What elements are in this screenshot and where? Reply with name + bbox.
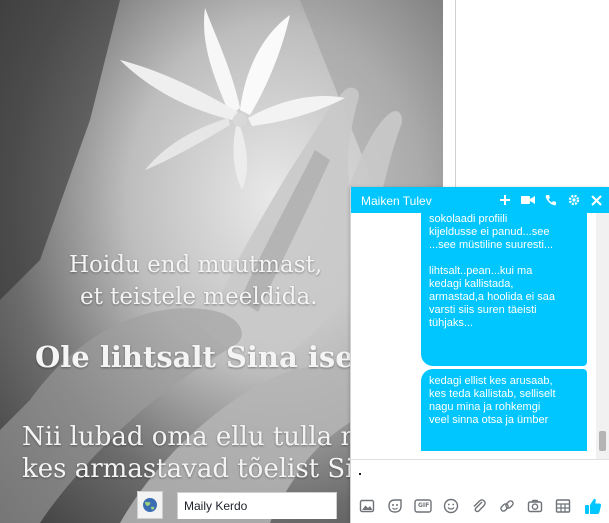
thumbs-up-icon[interactable] — [584, 497, 602, 515]
quote-line-4: Nii lubad oma ellu tulla ne — [22, 422, 373, 452]
chat-tab-friend[interactable]: Maily Kerdo — [177, 492, 337, 519]
emoji-icon[interactable] — [442, 497, 460, 515]
globe-button[interactable] — [137, 491, 163, 519]
quote-line-3: Ole lihtsalt Sina ise. — [35, 340, 364, 374]
plus-icon[interactable] — [497, 192, 513, 208]
message-bubble: kedagi ellist kes arusaab, kes teda kall… — [421, 369, 587, 451]
chat-header[interactable]: Maiken Tulev — [351, 187, 609, 213]
gear-icon[interactable] — [566, 192, 582, 208]
message-input[interactable] — [351, 459, 609, 489]
quote-line-2: et teistele meeldida. — [80, 284, 318, 310]
close-icon[interactable] — [588, 192, 604, 208]
link-icon[interactable] — [498, 497, 516, 515]
table-icon[interactable] — [554, 497, 572, 515]
sticker-icon[interactable] — [386, 497, 404, 515]
chat-title[interactable]: Maiken Tulev — [361, 194, 432, 208]
friend-name: Maily Kerdo — [184, 499, 248, 513]
text-caret — [359, 473, 361, 475]
message-list[interactable]: profiili järgi...endal lyllit ja sokolaa… — [351, 213, 609, 451]
video-icon[interactable] — [520, 192, 536, 208]
chat-toolbar: GIF — [351, 490, 609, 523]
gif-icon[interactable]: GIF — [414, 497, 432, 515]
quote-line-1: Hoidu end muutmast, — [69, 252, 323, 278]
chat-window: Maiken Tulev profiili järgi...endal lyll… — [350, 187, 609, 523]
message-bubble: profiili järgi...endal lyllit ja sokolaa… — [421, 213, 587, 366]
sidebar-divider — [455, 0, 456, 190]
message-scrollbar[interactable] — [596, 213, 609, 459]
quote-line-5: kes armastavad tõelist Sin — [22, 454, 371, 484]
gif-label: GIF — [418, 502, 430, 509]
camera-icon[interactable] — [526, 497, 544, 515]
phone-icon[interactable] — [543, 192, 559, 208]
message-scrollbar-thumb[interactable] — [599, 431, 606, 451]
attachment-icon[interactable] — [470, 497, 488, 515]
globe-icon — [143, 498, 157, 512]
image-icon[interactable] — [358, 497, 376, 515]
